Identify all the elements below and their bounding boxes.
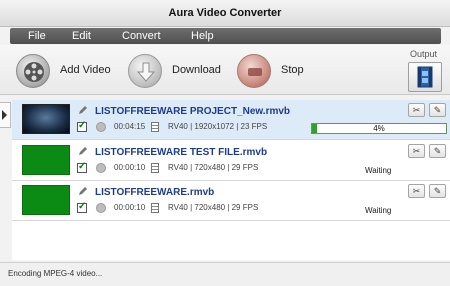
- file-meta: RV40 | 1920x1072 | 23 FPS: [168, 122, 268, 131]
- effects-button[interactable]: ✎: [429, 184, 446, 198]
- cut-button[interactable]: ✂: [408, 144, 425, 158]
- menu-convert[interactable]: Convert: [122, 28, 161, 44]
- download-button[interactable]: Download: [128, 54, 228, 88]
- title-bar: Aura Video Converter: [0, 0, 450, 27]
- film-reel-icon: [16, 54, 50, 88]
- file-name[interactable]: LISTOFFREEWARE PROJECT_New.rmvb: [95, 106, 290, 117]
- magic-wand-icon: ✎: [433, 146, 442, 156]
- progress-text: 4%: [373, 124, 385, 133]
- film-icon: [151, 122, 159, 132]
- menu-help[interactable]: Help: [191, 28, 214, 44]
- edit-icon[interactable]: [78, 146, 88, 156]
- file-checkbox[interactable]: [77, 201, 87, 213]
- film-strip-icon: [417, 66, 433, 88]
- video-thumbnail: [22, 145, 70, 175]
- file-meta: RV40 | 720x480 | 29 FPS: [168, 203, 259, 212]
- video-thumbnail: [22, 185, 70, 215]
- edit-icon[interactable]: [78, 186, 88, 196]
- cut-button[interactable]: ✂: [408, 103, 425, 117]
- output-format-button[interactable]: [408, 62, 442, 92]
- file-name[interactable]: LISTOFFREEWARE.rmvb: [95, 187, 214, 198]
- file-status: Waiting: [365, 206, 392, 215]
- scissors-icon: ✂: [412, 105, 421, 115]
- file-checkbox[interactable]: [77, 120, 87, 132]
- status-text: Encoding MPEG-4 video...: [8, 269, 103, 278]
- edit-icon[interactable]: [78, 105, 88, 115]
- toolbar: Add Video Download Stop Output: [0, 45, 450, 95]
- stop-button[interactable]: Stop: [237, 54, 317, 88]
- window-title: Aura Video Converter: [168, 7, 282, 19]
- menu-edit[interactable]: Edit: [72, 28, 91, 44]
- effects-button[interactable]: ✎: [429, 144, 446, 158]
- stop-icon: [237, 54, 271, 88]
- cut-button[interactable]: ✂: [408, 184, 425, 198]
- side-panel-toggle[interactable]: [0, 102, 11, 128]
- file-duration: 00:04:15: [114, 122, 146, 131]
- scissors-icon: ✂: [412, 186, 421, 196]
- add-video-label: Add Video: [60, 64, 111, 76]
- scissors-icon: ✂: [412, 146, 421, 156]
- add-video-button[interactable]: Add Video: [16, 54, 116, 88]
- progress-bar: 4%: [311, 123, 447, 134]
- file-status: Waiting: [365, 166, 392, 175]
- menu-bar: File Edit Convert Help: [10, 28, 441, 44]
- download-arrow-icon: [128, 54, 162, 88]
- menu-file[interactable]: File: [28, 28, 46, 44]
- file-duration: 00:00:10: [114, 203, 146, 212]
- file-name[interactable]: LISTOFFREEWARE TEST FILE.rmvb: [95, 147, 267, 158]
- status-bar: Encoding MPEG-4 video...: [0, 262, 450, 286]
- video-thumbnail: [22, 104, 70, 134]
- file-list: LISTOFFREEWARE PROJECT_New.rmvb 00:04:15…: [12, 100, 450, 260]
- file-duration: 00:00:10: [114, 163, 146, 172]
- magic-wand-icon: ✎: [433, 186, 442, 196]
- file-row[interactable]: LISTOFFREEWARE PROJECT_New.rmvb 00:04:15…: [12, 100, 450, 140]
- chevron-right-icon: [2, 110, 7, 120]
- file-row[interactable]: LISTOFFREEWARE.rmvb 00:00:10 RV40 | 720x…: [12, 181, 450, 221]
- file-row[interactable]: LISTOFFREEWARE TEST FILE.rmvb 00:00:10 R…: [12, 141, 450, 181]
- film-icon: [151, 203, 159, 213]
- clock-icon: [96, 203, 106, 213]
- clock-icon: [96, 122, 106, 132]
- magic-wand-icon: ✎: [433, 105, 442, 115]
- stop-label: Stop: [281, 64, 304, 76]
- file-meta: RV40 | 720x480 | 29 FPS: [168, 163, 259, 172]
- film-icon: [151, 163, 159, 173]
- download-label: Download: [172, 64, 221, 76]
- effects-button[interactable]: ✎: [429, 103, 446, 117]
- output-label: Output: [410, 49, 438, 59]
- file-checkbox[interactable]: [77, 161, 87, 173]
- clock-icon: [96, 163, 106, 173]
